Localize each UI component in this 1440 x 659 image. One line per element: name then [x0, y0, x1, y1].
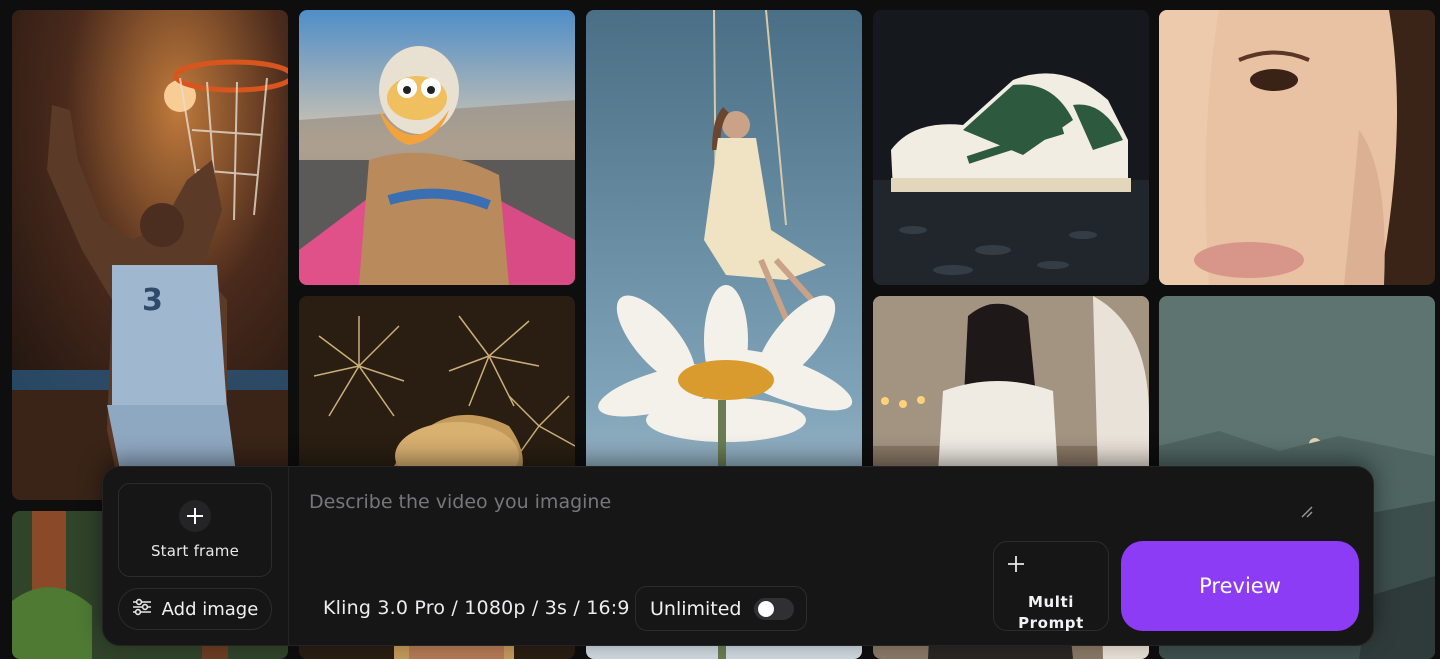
- model-settings-selector[interactable]: Kling 3.0 Pro / 1080p / 3s / 16:9: [323, 597, 630, 619]
- prompt-input[interactable]: [309, 487, 1289, 517]
- plus-icon: [179, 500, 211, 532]
- face-image: [1159, 10, 1435, 285]
- preview-button[interactable]: Preview: [1121, 541, 1359, 631]
- tile-face[interactable]: [1159, 10, 1435, 285]
- video-composer-panel: Start frame Add image Kling 3.0 Pro / 10…: [102, 466, 1374, 646]
- resize-handle-icon[interactable]: [1301, 503, 1313, 522]
- multi-prompt-button[interactable]: Multi Prompt: [993, 541, 1109, 634]
- unlimited-toggle-switch[interactable]: [753, 597, 794, 620]
- svg-text:3: 3: [142, 283, 163, 318]
- toggle-knob: [757, 600, 774, 617]
- sliders-icon: [132, 598, 152, 620]
- plus-icon: [1006, 554, 1026, 578]
- unlimited-toggle-control[interactable]: Unlimited: [635, 586, 807, 631]
- tile-sneaker[interactable]: [873, 10, 1149, 285]
- frame-column: Start frame Add image: [103, 467, 289, 645]
- tile-basketball[interactable]: 3: [12, 10, 288, 500]
- add-image-label: Add image: [161, 598, 259, 620]
- duck-racer-image: [299, 10, 575, 285]
- multi-prompt-line1: Multi: [1027, 593, 1075, 611]
- start-frame-label: Start frame: [150, 542, 240, 560]
- sneaker-image: [873, 10, 1149, 285]
- multi-prompt-label: Multi Prompt: [994, 592, 1108, 634]
- add-image-button[interactable]: Add image: [118, 588, 272, 630]
- unlimited-label: Unlimited: [650, 597, 742, 620]
- start-frame-button[interactable]: Start frame: [118, 483, 272, 577]
- multi-prompt-line2: Prompt: [1018, 614, 1084, 632]
- basketball-image: 3: [12, 10, 288, 500]
- tile-duck-racer[interactable]: [299, 10, 575, 285]
